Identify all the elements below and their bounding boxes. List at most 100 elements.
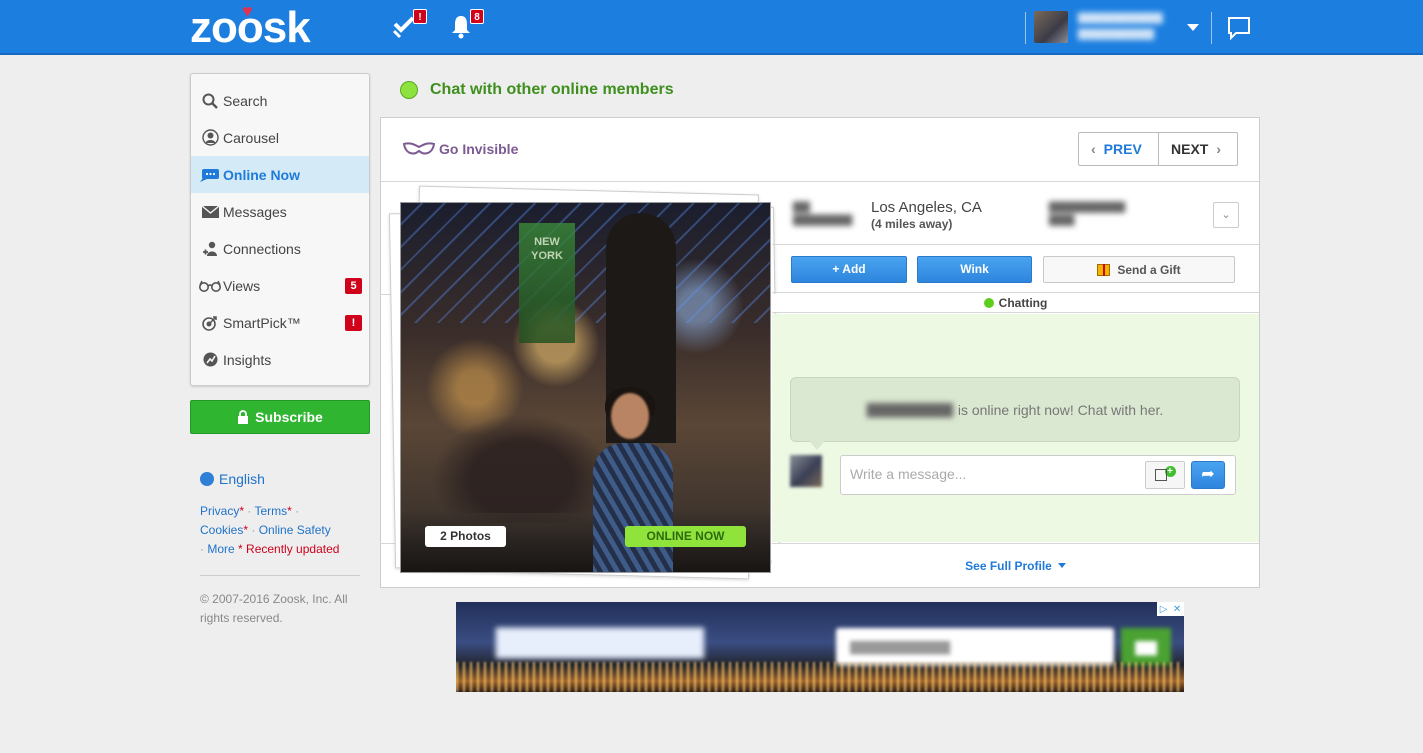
- location-text: Los Angeles, CA: [871, 199, 982, 216]
- target-icon: [199, 314, 221, 332]
- online-now-badge: ONLINE NOW: [625, 526, 746, 547]
- photo-lights: [401, 203, 770, 323]
- ad-search-redacted: ▇▇▇▇▇▇▇▇▇▇: [836, 628, 1114, 666]
- chat-status-bar: Chatting: [772, 294, 1259, 313]
- sidebar-item-connections[interactable]: Connections: [191, 230, 369, 267]
- ad-skyline: [456, 662, 1184, 692]
- gift-icon: [1097, 263, 1111, 276]
- user-menu-caret-icon[interactable]: [1187, 24, 1199, 31]
- photo-body: [593, 443, 673, 572]
- alerts-badge: 8: [470, 9, 484, 24]
- user-location-redacted: ▇▇▇▇▇▇▇▇▇: [1078, 28, 1155, 40]
- card-toolbar: Go Invisible ‹ PREV NEXT ›: [381, 118, 1259, 182]
- photo-sign: NEW YORK: [519, 223, 575, 343]
- prev-label: PREV: [1103, 141, 1142, 157]
- cookies-link[interactable]: Cookies: [200, 523, 243, 537]
- subscribe-label: Subscribe: [255, 409, 323, 425]
- send-gift-button[interactable]: Send a Gift: [1043, 256, 1235, 283]
- connections-icon: [199, 240, 221, 258]
- go-invisible-button[interactable]: Go Invisible: [403, 141, 518, 157]
- carousel-icon: [199, 129, 221, 147]
- asterisk: *: [287, 504, 292, 518]
- ad-go-redacted: ▇▇: [1121, 628, 1171, 666]
- chevron-down-icon: ⌄: [1221, 209, 1231, 221]
- age-redacted: ▇▇ ▇▇▇▇▇▇▇: [793, 201, 853, 226]
- link-separator: ·: [247, 504, 252, 518]
- language-selector[interactable]: English: [200, 471, 265, 487]
- more-link[interactable]: More: [207, 542, 234, 556]
- asterisk: *: [243, 523, 249, 537]
- mask-icon: [403, 142, 435, 155]
- smartpick-check-icon[interactable]: !: [391, 9, 427, 41]
- sidebar-item-label: Insights: [223, 351, 272, 368]
- add-gift-button[interactable]: +: [1145, 461, 1185, 489]
- user-info-blurred[interactable]: ▇▇▇▇▇▇▇▇▇▇ ▇▇▇▇▇▇▇▇▇: [1078, 11, 1178, 43]
- online-status-dot-icon: [400, 81, 418, 99]
- sidebar-item-label: Connections: [223, 240, 301, 257]
- next-button[interactable]: NEXT ›: [1159, 133, 1237, 165]
- privacy-link[interactable]: Privacy: [200, 504, 239, 518]
- username-redacted: ▇▇▇▇▇▇▇▇▇ ▇▇▇: [1049, 201, 1126, 226]
- sidebar-item-carousel[interactable]: Carousel: [191, 119, 369, 156]
- user-avatar[interactable]: [1034, 11, 1068, 43]
- footer-links: Privacy* · Terms* · Cookies* · Online Sa…: [200, 502, 370, 559]
- advertisement-banner[interactable]: ▇▇▇▇▇▇▇▇▇ ▇▇▇▇▇▇▇▇▇▇ ▇▇: [456, 602, 1184, 692]
- sidebar-item-smartpick[interactable]: SmartPick™ !: [191, 304, 369, 341]
- recently-updated-note: * Recently updated: [238, 542, 340, 556]
- copyright-text: © 2007-2016 Zoosk, Inc. All rights reser…: [200, 592, 348, 625]
- next-label: NEXT: [1171, 141, 1209, 157]
- heart-icon: ♥: [242, 1, 253, 21]
- online-notice-bubble: ▇▇▇▇▇▇▇▇ is online right now! Chat with …: [790, 377, 1240, 450]
- profile-location: Los Angeles, CA (4 miles away): [871, 199, 982, 231]
- distance-text: (4 miles away): [871, 217, 953, 231]
- link-separator: ·: [200, 542, 204, 556]
- chevron-left-icon: ‹: [1091, 141, 1096, 157]
- sidebar-item-views[interactable]: Views 5: [191, 267, 369, 304]
- asterisk: *: [239, 504, 245, 518]
- my-avatar: [790, 455, 822, 487]
- sidebar-item-label: Online Now: [223, 166, 300, 183]
- add-button[interactable]: + Add: [791, 256, 907, 283]
- chatting-status-dot-icon: [983, 298, 994, 308]
- bell-icon[interactable]: 8: [448, 9, 484, 41]
- caret-down-icon: [1057, 563, 1066, 568]
- sidebar-item-online-now[interactable]: Online Now: [191, 156, 369, 193]
- smartpick-badge: !: [345, 315, 362, 331]
- wink-button[interactable]: Wink: [917, 256, 1032, 283]
- chat-messages-icon[interactable]: [1226, 15, 1254, 43]
- profile-photo[interactable]: NEW YORK: [400, 202, 771, 573]
- glasses-icon: [199, 277, 221, 295]
- sidebar-item-search[interactable]: Search: [191, 82, 369, 119]
- photo-count-badge[interactable]: 2 Photos: [425, 526, 506, 547]
- lock-icon: [238, 410, 249, 424]
- zoosk-logo[interactable]: zoosk ♥: [190, 1, 311, 50]
- ad-brand-redacted: ▇▇▇▇▇▇▇▇▇: [496, 625, 704, 658]
- chat-bubble-icon: [199, 166, 221, 184]
- page-title-text: Chat with other online members: [430, 81, 674, 98]
- language-label: English: [219, 471, 265, 487]
- send-gift-label: Send a Gift: [1117, 262, 1181, 277]
- header-separator: [1211, 12, 1212, 44]
- sidebar-item-messages[interactable]: Messages: [191, 193, 369, 230]
- ad-choices-close[interactable]: ▷ ✕: [1157, 602, 1184, 616]
- profile-info-row: ▇▇ ▇▇▇▇▇▇▇ Los Angeles, CA (4 miles away)…: [772, 183, 1259, 245]
- online-safety-link[interactable]: Online Safety: [259, 523, 331, 537]
- sidebar-item-insights[interactable]: Insights: [191, 341, 369, 378]
- prev-button[interactable]: ‹ PREV: [1079, 133, 1159, 165]
- message-input[interactable]: [850, 466, 1140, 482]
- search-icon: [199, 92, 221, 110]
- see-full-profile-label: See Full Profile: [965, 558, 1052, 573]
- sidebar-item-label: Messages: [223, 203, 287, 220]
- ad-choices-icon: ▷: [1159, 603, 1168, 615]
- send-message-button[interactable]: ➦: [1191, 461, 1225, 489]
- sidebar-item-label: Views: [223, 277, 261, 294]
- see-full-profile-link[interactable]: See Full Profile: [772, 543, 1259, 587]
- profile-options-dropdown[interactable]: ⌄: [1213, 202, 1239, 228]
- subscribe-button[interactable]: Subscribe: [190, 400, 370, 434]
- page-title: Chat with other online members: [400, 81, 674, 99]
- terms-link[interactable]: Terms: [254, 504, 287, 518]
- sidebar-item-label: Search: [223, 92, 268, 109]
- header-separator: [1025, 12, 1026, 44]
- sidebar-navigation: Search Carousel Online Now Messages Conn…: [190, 73, 370, 386]
- globe-icon: [200, 472, 214, 486]
